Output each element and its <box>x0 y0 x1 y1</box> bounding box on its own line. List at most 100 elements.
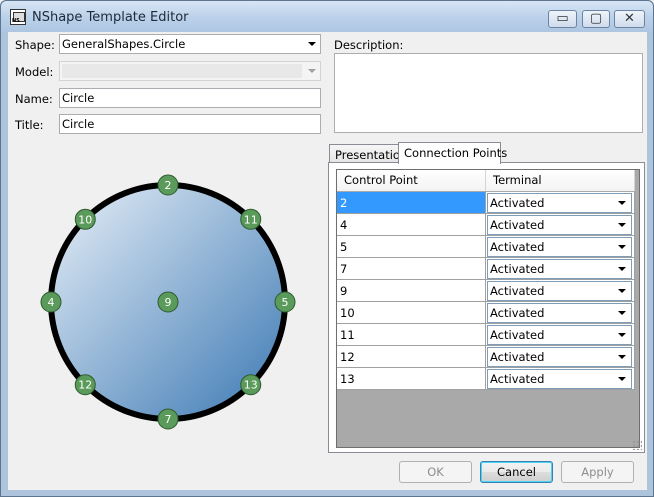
connection-point-label: 9 <box>165 296 172 309</box>
terminal-combo[interactable]: Activated <box>487 193 632 213</box>
column-header-control-point[interactable]: Control Point <box>337 170 486 191</box>
shape-preview-canvas[interactable]: 2 11 5 13 7 12 4 10 9 <box>18 152 318 452</box>
ok-button-label: OK <box>427 465 444 479</box>
terminal-value: Activated <box>490 306 545 320</box>
tab-presentation[interactable]: Presentation <box>329 144 407 164</box>
name-label: Name: <box>15 92 53 106</box>
control-point-cell[interactable]: 12 <box>337 346 486 368</box>
cancel-button[interactable]: Cancel <box>480 461 553 483</box>
connection-points-grid[interactable]: Control Point Terminal 2 Activated 4 Activa… <box>336 169 640 448</box>
chevron-down-icon <box>618 223 626 227</box>
connection-point-label: 12 <box>78 379 92 392</box>
app-icon <box>10 9 26 25</box>
ok-button[interactable]: OK <box>399 461 472 483</box>
table-row[interactable]: 10 Activated <box>337 302 635 324</box>
resize-grip-icon <box>632 440 642 450</box>
control-point-cell[interactable]: 13 <box>337 368 486 390</box>
model-combo-face <box>62 64 302 78</box>
terminal-cell: Activated <box>486 192 635 214</box>
control-point-cell[interactable]: 4 <box>337 214 486 236</box>
column-header-terminal[interactable]: Terminal <box>486 170 635 191</box>
control-point-cell[interactable]: 2 <box>337 192 486 214</box>
terminal-cell: Activated <box>486 324 635 346</box>
terminal-combo[interactable]: Activated <box>487 325 632 345</box>
terminal-value: Activated <box>490 284 545 298</box>
connection-points-page: Control Point Terminal 2 Activated 4 Activa… <box>328 162 645 453</box>
terminal-cell: Activated <box>486 302 635 324</box>
tab-connection-points[interactable]: Connection Points <box>398 142 507 164</box>
table-row[interactable]: 12 Activated <box>337 346 635 368</box>
table-row[interactable]: 4 Activated <box>337 214 635 236</box>
close-icon: ✕ <box>624 11 635 26</box>
connection-point-10[interactable]: 10 <box>74 208 96 230</box>
terminal-combo[interactable]: Activated <box>487 347 632 367</box>
column-header-label: Control Point <box>344 173 418 187</box>
template-editor-window: NShape Template Editor ▭ ▢ ✕ Shape: Gene… <box>0 0 654 497</box>
terminal-value: Activated <box>490 350 545 364</box>
shape-label: Shape: <box>15 38 55 52</box>
maximize-icon: ▢ <box>589 11 603 26</box>
model-label: Model: <box>15 65 54 79</box>
close-button[interactable]: ✕ <box>614 10 645 28</box>
name-field[interactable]: Circle <box>59 88 321 108</box>
name-value: Circle <box>62 91 95 105</box>
minimize-button[interactable]: ▭ <box>548 10 577 28</box>
terminal-value: Activated <box>490 372 545 386</box>
connection-point-13[interactable]: 13 <box>240 374 262 396</box>
tab-presentation-label: Presentation <box>335 148 408 162</box>
control-point-cell[interactable]: 5 <box>337 236 486 258</box>
model-combo[interactable] <box>59 61 321 81</box>
terminal-combo[interactable]: Activated <box>487 369 632 389</box>
chevron-down-icon <box>618 333 626 337</box>
connection-point-label: 7 <box>165 413 172 426</box>
terminal-value: Activated <box>490 262 545 276</box>
shape-combo[interactable]: GeneralShapes.Circle <box>59 34 321 54</box>
chevron-down-icon <box>618 267 626 271</box>
terminal-cell: Activated <box>486 280 635 302</box>
terminal-combo[interactable]: Activated <box>487 303 632 323</box>
description-field[interactable] <box>334 53 643 133</box>
connection-point-4[interactable]: 4 <box>40 291 62 313</box>
apply-button-label: Apply <box>581 465 614 479</box>
chevron-down-icon <box>618 245 626 249</box>
connection-point-7[interactable]: 7 <box>157 408 179 430</box>
title-value: Circle <box>62 117 95 131</box>
connection-point-label: 11 <box>244 213 258 226</box>
terminal-combo[interactable]: Activated <box>487 259 632 279</box>
grid-header: Control Point Terminal <box>337 170 635 191</box>
terminal-combo[interactable]: Activated <box>487 215 632 235</box>
connection-point-label: 10 <box>78 213 92 226</box>
table-row[interactable]: 5 Activated <box>337 236 635 258</box>
connection-point-12[interactable]: 12 <box>74 374 96 396</box>
chevron-down-icon <box>618 201 626 205</box>
terminal-value: Activated <box>490 240 545 254</box>
terminal-value: Activated <box>490 196 545 210</box>
control-point-cell[interactable]: 11 <box>337 324 486 346</box>
connection-point-9[interactable]: 9 <box>157 291 179 313</box>
terminal-value: Activated <box>490 218 545 232</box>
connection-point-11[interactable]: 11 <box>240 208 262 230</box>
chevron-down-icon <box>308 42 316 46</box>
connection-point-5[interactable]: 5 <box>274 291 296 313</box>
table-row[interactable]: 11 Activated <box>337 324 635 346</box>
chevron-down-icon <box>618 311 626 315</box>
table-row[interactable]: 7 Activated <box>337 258 635 280</box>
apply-button[interactable]: Apply <box>561 461 634 483</box>
shape-value: GeneralShapes.Circle <box>62 37 186 51</box>
tab-connection-points-label: Connection Points <box>404 146 508 160</box>
maximize-button[interactable]: ▢ <box>582 10 610 28</box>
table-row[interactable]: 9 Activated <box>337 280 635 302</box>
title-field[interactable]: Circle <box>59 114 321 134</box>
terminal-cell: Activated <box>486 258 635 280</box>
control-point-cell[interactable]: 7 <box>337 258 486 280</box>
control-point-cell[interactable]: 10 <box>337 302 486 324</box>
title-bar[interactable]: NShape Template Editor ▭ ▢ ✕ <box>1 1 653 32</box>
connection-point-2[interactable]: 2 <box>157 174 179 196</box>
window-title: NShape Template Editor <box>32 10 189 25</box>
terminal-combo[interactable]: Activated <box>487 281 632 301</box>
terminal-combo[interactable]: Activated <box>487 237 632 257</box>
control-point-cell[interactable]: 9 <box>337 280 486 302</box>
table-row[interactable]: 13 Activated <box>337 368 635 390</box>
description-label: Description: <box>334 38 404 52</box>
table-row[interactable]: 2 Activated <box>337 192 635 214</box>
